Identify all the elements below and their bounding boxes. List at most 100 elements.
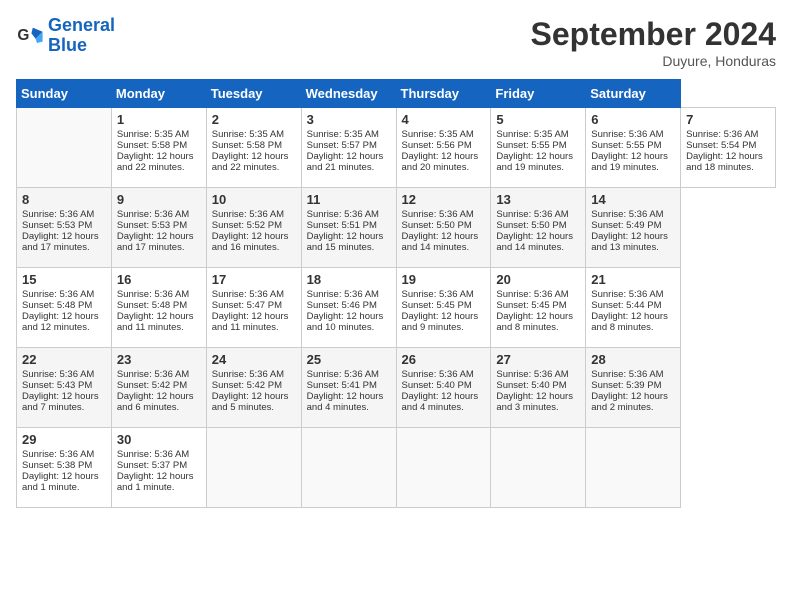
day-number: 12 [402,192,486,207]
daylight: Daylight: 12 hours and 8 minutes. [591,311,668,333]
sunrise: Sunrise: 5:36 AM [686,129,758,140]
day-number: 22 [22,352,106,367]
sunrise: Sunrise: 5:36 AM [307,209,379,220]
sunrise: Sunrise: 5:36 AM [22,449,94,460]
sunset: Sunset: 5:46 PM [307,300,377,311]
day-number: 30 [117,432,201,447]
day-number: 10 [212,192,296,207]
calendar-cell: 6 Sunrise: 5:36 AM Sunset: 5:55 PM Dayli… [586,108,681,188]
daylight: Daylight: 12 hours and 19 minutes. [496,151,573,173]
day-number: 3 [307,112,391,127]
calendar-cell: 19 Sunrise: 5:36 AM Sunset: 5:45 PM Dayl… [396,268,491,348]
day-number: 11 [307,192,391,207]
calendar-header-friday: Friday [491,80,586,108]
sunrise: Sunrise: 5:36 AM [496,209,568,220]
calendar-header-saturday: Saturday [586,80,681,108]
day-number: 13 [496,192,580,207]
calendar-week-1: 8 Sunrise: 5:36 AM Sunset: 5:53 PM Dayli… [17,188,776,268]
calendar-cell: 18 Sunrise: 5:36 AM Sunset: 5:46 PM Dayl… [301,268,396,348]
sunset: Sunset: 5:58 PM [117,140,187,151]
sunset: Sunset: 5:48 PM [22,300,92,311]
daylight: Daylight: 12 hours and 16 minutes. [212,231,289,253]
sunset: Sunset: 5:57 PM [307,140,377,151]
daylight: Daylight: 12 hours and 9 minutes. [402,311,479,333]
daylight: Daylight: 12 hours and 21 minutes. [307,151,384,173]
sunset: Sunset: 5:53 PM [117,220,187,231]
calendar-week-0: 1 Sunrise: 5:35 AM Sunset: 5:58 PM Dayli… [17,108,776,188]
logo-line2: Blue [48,35,87,55]
sunset: Sunset: 5:44 PM [591,300,661,311]
calendar-header-sunday: Sunday [17,80,112,108]
daylight: Daylight: 12 hours and 19 minutes. [591,151,668,173]
month-title: September 2024 [531,16,776,53]
sunrise: Sunrise: 5:35 AM [212,129,284,140]
sunset: Sunset: 5:58 PM [212,140,282,151]
daylight: Daylight: 12 hours and 15 minutes. [307,231,384,253]
day-number: 26 [402,352,486,367]
logo-line1: General [48,15,115,35]
daylight: Daylight: 12 hours and 11 minutes. [117,311,194,333]
calendar-cell: 30 Sunrise: 5:36 AM Sunset: 5:37 PM Dayl… [111,428,206,508]
daylight: Daylight: 12 hours and 8 minutes. [496,311,573,333]
sunset: Sunset: 5:39 PM [591,380,661,391]
day-number: 19 [402,272,486,287]
sunrise: Sunrise: 5:36 AM [402,289,474,300]
calendar-cell: 25 Sunrise: 5:36 AM Sunset: 5:41 PM Dayl… [301,348,396,428]
sunset: Sunset: 5:49 PM [591,220,661,231]
daylight: Daylight: 12 hours and 6 minutes. [117,391,194,413]
calendar-cell: 15 Sunrise: 5:36 AM Sunset: 5:48 PM Dayl… [17,268,112,348]
sunrise: Sunrise: 5:36 AM [117,209,189,220]
calendar-cell: 20 Sunrise: 5:36 AM Sunset: 5:45 PM Dayl… [491,268,586,348]
sunrise: Sunrise: 5:36 AM [591,369,663,380]
daylight: Daylight: 12 hours and 17 minutes. [22,231,99,253]
day-number: 21 [591,272,675,287]
calendar-week-4: 29 Sunrise: 5:36 AM Sunset: 5:38 PM Dayl… [17,428,776,508]
sunset: Sunset: 5:51 PM [307,220,377,231]
calendar-cell: 8 Sunrise: 5:36 AM Sunset: 5:53 PM Dayli… [17,188,112,268]
calendar-cell: 22 Sunrise: 5:36 AM Sunset: 5:43 PM Dayl… [17,348,112,428]
calendar-table: SundayMondayTuesdayWednesdayThursdayFrid… [16,79,776,508]
sunrise: Sunrise: 5:35 AM [117,129,189,140]
sunset: Sunset: 5:42 PM [117,380,187,391]
calendar-cell [206,428,301,508]
daylight: Daylight: 12 hours and 14 minutes. [402,231,479,253]
daylight: Daylight: 12 hours and 18 minutes. [686,151,763,173]
daylight: Daylight: 12 hours and 3 minutes. [496,391,573,413]
calendar-header-monday: Monday [111,80,206,108]
calendar-cell: 5 Sunrise: 5:35 AM Sunset: 5:55 PM Dayli… [491,108,586,188]
daylight: Daylight: 12 hours and 20 minutes. [402,151,479,173]
sunset: Sunset: 5:37 PM [117,460,187,471]
svg-text:G: G [17,27,29,44]
calendar-cell: 13 Sunrise: 5:36 AM Sunset: 5:50 PM Dayl… [491,188,586,268]
sunrise: Sunrise: 5:36 AM [212,209,284,220]
day-number: 4 [402,112,486,127]
daylight: Daylight: 12 hours and 13 minutes. [591,231,668,253]
calendar-cell: 1 Sunrise: 5:35 AM Sunset: 5:58 PM Dayli… [111,108,206,188]
calendar-cell: 21 Sunrise: 5:36 AM Sunset: 5:44 PM Dayl… [586,268,681,348]
calendar-cell: 27 Sunrise: 5:36 AM Sunset: 5:40 PM Dayl… [491,348,586,428]
day-number: 2 [212,112,296,127]
day-number: 24 [212,352,296,367]
sunrise: Sunrise: 5:36 AM [307,369,379,380]
sunset: Sunset: 5:45 PM [402,300,472,311]
sunset: Sunset: 5:40 PM [402,380,472,391]
day-number: 8 [22,192,106,207]
sunset: Sunset: 5:50 PM [402,220,472,231]
calendar-cell: 2 Sunrise: 5:35 AM Sunset: 5:58 PM Dayli… [206,108,301,188]
sunrise: Sunrise: 5:36 AM [117,369,189,380]
sunset: Sunset: 5:40 PM [496,380,566,391]
sunrise: Sunrise: 5:35 AM [307,129,379,140]
sunrise: Sunrise: 5:36 AM [22,209,94,220]
sunset: Sunset: 5:42 PM [212,380,282,391]
calendar-cell [396,428,491,508]
calendar-cell: 29 Sunrise: 5:36 AM Sunset: 5:38 PM Dayl… [17,428,112,508]
calendar-week-3: 22 Sunrise: 5:36 AM Sunset: 5:43 PM Dayl… [17,348,776,428]
location: Duyure, Honduras [531,53,776,69]
calendar-header-wednesday: Wednesday [301,80,396,108]
calendar-cell: 28 Sunrise: 5:36 AM Sunset: 5:39 PM Dayl… [586,348,681,428]
calendar-cell: 9 Sunrise: 5:36 AM Sunset: 5:53 PM Dayli… [111,188,206,268]
daylight: Daylight: 12 hours and 10 minutes. [307,311,384,333]
day-number: 9 [117,192,201,207]
calendar-cell [491,428,586,508]
logo-text: General Blue [48,16,115,56]
